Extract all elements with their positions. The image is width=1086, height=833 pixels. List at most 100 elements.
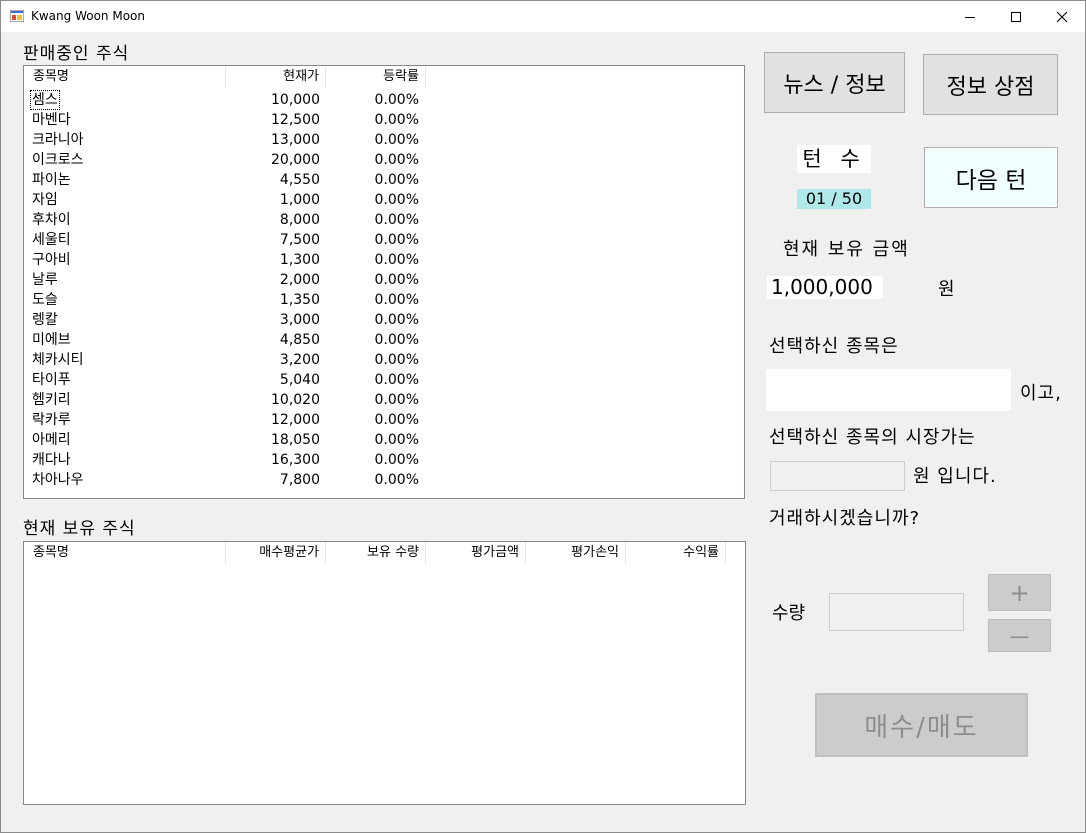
info-shop-button[interactable]: 정보 상점 [923,54,1058,115]
column-header-valuation[interactable]: 평가금액 [426,542,526,564]
table-row[interactable]: 셈스 10,000 0.00% [24,90,744,110]
stock-price: 18,050 [271,432,320,448]
stock-change: 0.00% [374,372,419,388]
column-header-price[interactable]: 현재가 [226,66,326,88]
quantity-plus-button[interactable]: + [988,574,1051,611]
table-row[interactable]: 크라니아 13,000 0.00% [24,130,744,150]
table-row[interactable]: 파이논 4,550 0.00% [24,170,744,190]
stock-change: 0.00% [374,472,419,488]
trade-question: 거래하시겠습니까? [769,508,921,529]
stock-price: 7,500 [279,232,320,248]
stock-price: 1,000 [279,192,320,208]
stock-price: 10,020 [271,392,320,408]
stock-price: 8,000 [279,212,320,228]
stock-name: 차아나우 [32,472,84,488]
column-header-quantity[interactable]: 보유 수량 [326,542,426,564]
quantity-minus-button[interactable]: — [988,619,1051,652]
table-row[interactable]: 헴키리 10,020 0.00% [24,390,744,410]
maximize-button[interactable] [993,1,1039,32]
table-row[interactable]: 차아나우 7,800 0.00% [24,470,744,490]
stock-change: 0.00% [374,432,419,448]
stock-change: 0.00% [374,452,419,468]
stock-change: 0.00% [374,112,419,128]
table-row[interactable]: 타이푸 5,040 0.00% [24,370,744,390]
table-row[interactable]: 락카루 12,000 0.00% [24,410,744,430]
maximize-icon [1011,11,1021,22]
table-row[interactable]: 렝칼 3,000 0.00% [24,310,744,330]
minimize-button[interactable] [947,1,993,32]
stock-change: 0.00% [374,312,419,328]
table-row[interactable]: 마벤다 12,500 0.00% [24,110,744,130]
column-header-change[interactable]: 등락률 [326,66,426,88]
stock-name: 미에브 [32,332,71,348]
stock-price: 12,000 [271,412,320,428]
table-row[interactable]: 세울티 7,500 0.00% [24,230,744,250]
stock-price: 7,800 [279,472,320,488]
table-row[interactable]: 자임 1,000 0.00% [24,190,744,210]
market-price-suffix: 원 입니다. [913,466,997,487]
table-row[interactable]: 아메리 18,050 0.00% [24,430,744,450]
stock-change: 0.00% [374,212,419,228]
close-icon [1056,11,1068,22]
window-title: Kwang Woon Moon [31,9,145,23]
stock-change: 0.00% [374,252,419,268]
column-header-avg-price[interactable]: 매수평균가 [226,542,326,564]
stock-change: 0.00% [374,172,419,188]
market-group-label: 판매중인 주식 [23,44,130,64]
stock-name: 헴키리 [32,392,71,408]
next-turn-button[interactable]: 다음 턴 [924,147,1058,208]
holdings-list[interactable]: 종목명 매수평균가 보유 수량 평가금액 평가손익 수익률 [23,541,746,805]
quantity-field[interactable] [829,593,964,631]
market-price-field[interactable] [770,461,905,491]
turn-label: 턴 수 [797,145,871,173]
table-row[interactable]: 구아비 1,300 0.00% [24,250,744,270]
column-header-name[interactable]: 종목명 [24,542,226,564]
stock-change: 0.00% [374,352,419,368]
table-row[interactable]: 체카시티 3,200 0.00% [24,350,744,370]
column-header-profit-loss[interactable]: 평가손익 [526,542,626,564]
stock-price: 16,300 [271,452,320,468]
column-header-name[interactable]: 종목명 [24,66,226,88]
table-row[interactable]: 날루 2,000 0.00% [24,270,744,290]
stock-name: 셈스 [30,90,60,110]
stock-name: 구아비 [32,252,71,268]
trade-button[interactable]: 매수/매도 [815,693,1028,757]
news-info-button[interactable]: 뉴스 / 정보 [764,52,905,113]
stock-name: 마벤다 [32,112,71,128]
stock-price: 5,040 [279,372,320,388]
balance-value: 1,000,000 [767,276,883,299]
stock-change: 0.00% [374,232,419,248]
table-row[interactable]: 미에브 4,850 0.00% [24,330,744,350]
stock-price: 4,850 [279,332,320,348]
stock-change: 0.00% [374,132,419,148]
stock-name: 세울티 [32,232,71,248]
holdings-list-header: 종목명 매수평균가 보유 수량 평가금액 평가손익 수익률 [24,542,745,564]
app-icon [10,10,24,22]
balance-label: 현재 보유 금액 [783,239,910,260]
stock-change: 0.00% [374,152,419,168]
stock-name: 자임 [32,192,58,208]
stock-price: 3,000 [279,312,320,328]
stock-change: 0.00% [374,332,419,348]
stock-name: 파이논 [32,172,71,188]
table-row[interactable]: 이크로스 20,000 0.00% [24,150,744,170]
stock-name: 후차이 [32,212,71,228]
column-header-return-rate[interactable]: 수익률 [626,542,726,564]
selected-stock-field[interactable] [766,369,1011,411]
stock-name: 락카루 [32,412,71,428]
stock-name: 타이푸 [32,372,71,388]
balance-unit: 원 [938,279,955,300]
stock-price: 2,000 [279,272,320,288]
market-stock-list[interactable]: 종목명 현재가 등락률 셈스 10,000 0.00% 마벤다 12,500 0.00% 크… [23,65,745,499]
table-row[interactable]: 후차이 8,000 0.00% [24,210,744,230]
stock-price: 3,200 [279,352,320,368]
minimize-icon [965,16,975,18]
close-button[interactable] [1039,1,1085,32]
turn-counter: 01 / 50 [797,189,871,209]
table-row[interactable]: 도슬 1,350 0.00% [24,290,744,310]
stock-name: 이크로스 [32,152,84,168]
stock-price: 12,500 [271,112,320,128]
table-row[interactable]: 캐다나 16,300 0.00% [24,450,744,470]
stock-change: 0.00% [374,292,419,308]
app-window: Kwang Woon Moon 판매중인 주식 종목명 현재가 등락률 셈스 10… [0,0,1086,833]
